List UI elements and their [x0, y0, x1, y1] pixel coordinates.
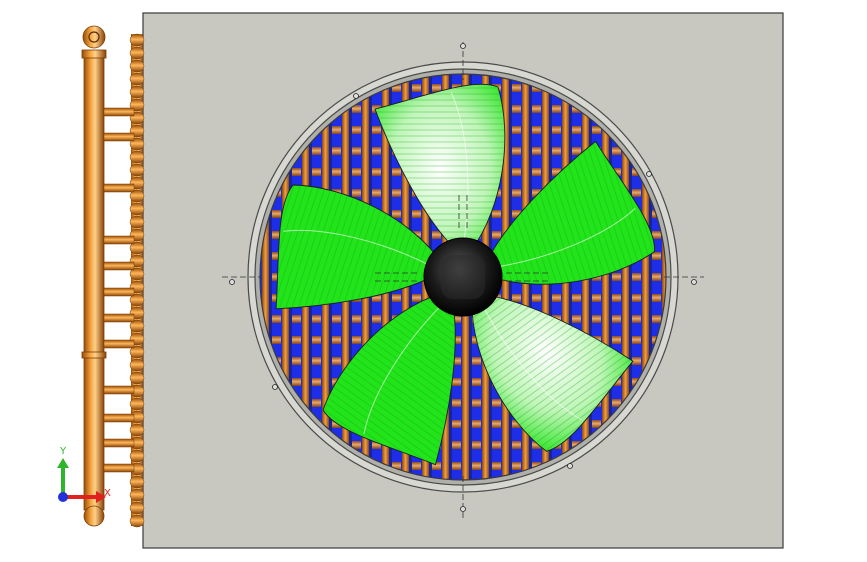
triad-y-label: Y	[59, 446, 67, 457]
triad-x-label: X	[104, 488, 111, 499]
header-outlet-cap-bottom[interactable]	[83, 505, 105, 527]
cad-viewport[interactable]: Y X	[0, 0, 867, 562]
hub-center-cap	[441, 255, 485, 299]
header-pipe[interactable]	[81, 25, 135, 527]
triad-z-axis	[58, 492, 68, 502]
header-inlet-cap-top[interactable]	[82, 25, 106, 49]
